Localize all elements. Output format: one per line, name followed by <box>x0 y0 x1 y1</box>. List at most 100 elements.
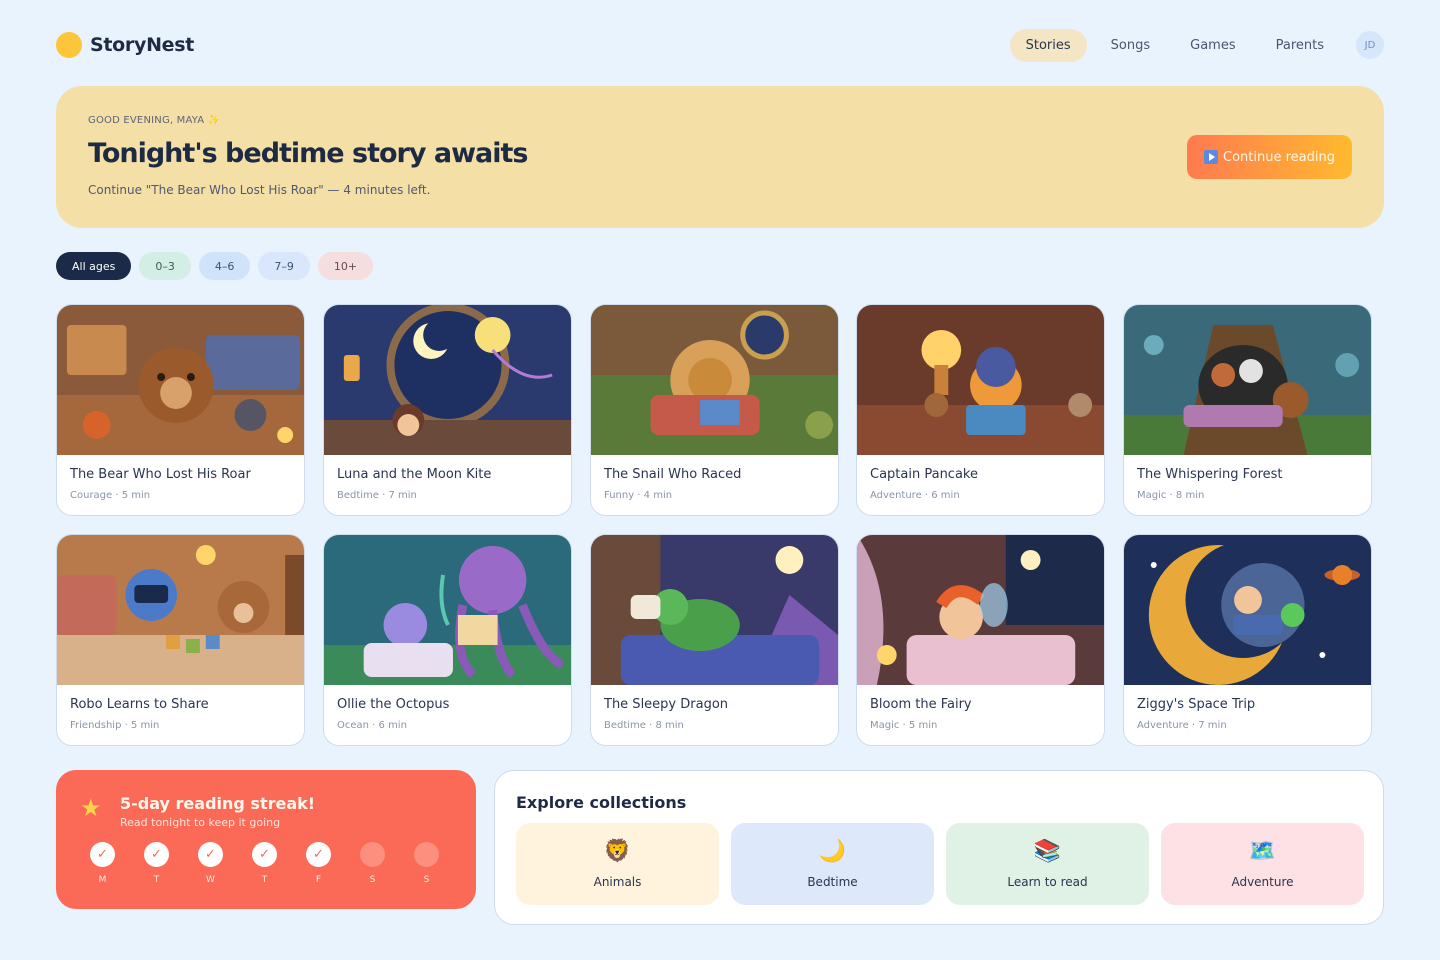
nav-songs[interactable]: Songs <box>1095 29 1166 62</box>
reading-streak-card: ★ 5-day reading streak! Read tonight to … <box>56 770 476 909</box>
collection-label: Adventure <box>1231 875 1294 889</box>
story-illustration <box>857 535 1104 685</box>
main-nav: Stories Songs Games Parents JD <box>1009 28 1384 62</box>
collection-animals[interactable]: 🦁 Animals <box>516 823 719 905</box>
story-illustration <box>591 535 838 685</box>
brand-name: StoryNest <box>90 34 195 56</box>
story-card[interactable]: The Snail Who Raced Funny · 4 min <box>590 304 839 516</box>
story-title: Robo Learns to Share <box>70 697 209 712</box>
story-title: Ollie the Octopus <box>337 697 450 712</box>
streak-subtitle: Read tonight to keep it going <box>120 816 281 829</box>
streak-day: ✓ M <box>90 842 115 885</box>
story-illustration <box>57 535 304 685</box>
day-label: M <box>98 875 107 885</box>
story-title: Bloom the Fairy <box>870 697 972 712</box>
collections-list: 🦁 Animals 🌙 Bedtime 📚 Learn to read 🗺️ A… <box>516 823 1364 905</box>
hero-subtitle: Continue "The Bear Who Lost His Roar" — … <box>88 183 431 197</box>
streak-days: ✓ M ✓ T ✓ W ✓ T ✓ F S S <box>90 842 439 885</box>
story-card[interactable]: Bloom the Fairy Magic · 5 min <box>856 534 1105 746</box>
nav-parents[interactable]: Parents <box>1260 29 1340 62</box>
story-title: Ziggy's Space Trip <box>1137 697 1256 712</box>
collection-label: Animals <box>593 875 642 889</box>
story-meta: Ocean · 6 min <box>337 720 407 731</box>
story-meta: Bedtime · 8 min <box>604 720 684 731</box>
streak-title: 5-day reading streak! <box>120 794 316 813</box>
avatar[interactable]: JD <box>1356 31 1384 59</box>
empty-day-icon <box>360 842 385 867</box>
day-label: W <box>206 875 215 885</box>
story-card[interactable]: Ziggy's Space Trip Adventure · 7 min <box>1123 534 1372 746</box>
streak-day: ✓ W <box>198 842 223 885</box>
story-meta: Magic · 8 min <box>1137 490 1205 501</box>
story-title: The Snail Who Raced <box>604 467 742 482</box>
hero-greeting: GOOD EVENING, MAYA ✨ <box>88 115 221 126</box>
story-meta: Adventure · 6 min <box>870 490 960 501</box>
story-meta: Courage · 5 min <box>70 490 151 501</box>
books-icon: 📚 <box>1033 839 1062 864</box>
story-illustration <box>857 305 1104 455</box>
streak-day: S <box>414 842 439 885</box>
empty-day-icon <box>414 842 439 867</box>
check-icon: ✓ <box>90 842 115 867</box>
collection-label: Bedtime <box>807 875 858 889</box>
play-icon <box>1204 150 1219 164</box>
lion-icon: 🦁 <box>603 839 632 864</box>
collections-title: Explore collections <box>516 793 687 812</box>
moon-icon: 🌙 <box>818 839 847 864</box>
age-filters: All ages 0–3 4–6 7–9 10+ <box>56 252 374 280</box>
filter-0-3[interactable]: 0–3 <box>139 252 191 280</box>
story-meta: Bedtime · 7 min <box>337 490 417 501</box>
logo-icon <box>56 32 82 58</box>
check-icon: ✓ <box>252 842 277 867</box>
story-card[interactable]: The Whispering Forest Magic · 8 min <box>1123 304 1372 516</box>
story-title: Captain Pancake <box>870 467 978 482</box>
top-header: StoryNest Stories Songs Games Parents JD <box>56 28 1384 62</box>
story-meta: Magic · 5 min <box>870 720 938 731</box>
story-title: The Sleepy Dragon <box>604 697 729 712</box>
day-label: T <box>153 875 160 885</box>
filter-10-plus[interactable]: 10+ <box>317 252 374 280</box>
story-illustration <box>324 535 571 685</box>
filter-all-ages[interactable]: All ages <box>56 252 132 280</box>
star-icon: ★ <box>80 794 102 822</box>
story-illustration <box>1124 305 1371 455</box>
filter-4-6[interactable]: 4–6 <box>198 252 251 280</box>
story-card[interactable]: Robo Learns to Share Friendship · 5 min <box>56 534 305 746</box>
story-meta: Friendship · 5 min <box>70 720 160 731</box>
continue-reading-button[interactable]: Continue reading <box>1187 135 1352 179</box>
day-label: S <box>369 875 376 885</box>
brand[interactable]: StoryNest <box>56 32 194 58</box>
story-card[interactable]: Captain Pancake Adventure · 6 min <box>856 304 1105 516</box>
explore-collections: Explore collections 🦁 Animals 🌙 Bedtime … <box>494 770 1384 925</box>
streak-day: ✓ T <box>252 842 277 885</box>
collection-adventure[interactable]: 🗺️ Adventure <box>1161 823 1364 905</box>
story-meta: Adventure · 7 min <box>1137 720 1227 731</box>
nav-games[interactable]: Games <box>1174 29 1251 62</box>
story-card[interactable]: Luna and the Moon Kite Bedtime · 7 min <box>323 304 572 516</box>
story-illustration <box>324 305 571 455</box>
story-card[interactable]: The Bear Who Lost His Roar Courage · 5 m… <box>56 304 305 516</box>
day-label: T <box>261 875 268 885</box>
check-icon: ✓ <box>144 842 169 867</box>
story-card[interactable]: The Sleepy Dragon Bedtime · 8 min <box>590 534 839 746</box>
story-title: The Bear Who Lost His Roar <box>70 467 251 482</box>
continue-reading-label: Continue reading <box>1223 149 1335 165</box>
story-card[interactable]: Ollie the Octopus Ocean · 6 min <box>323 534 572 746</box>
hero-title: Tonight's bedtime story awaits <box>88 138 528 169</box>
day-label: S <box>423 875 430 885</box>
story-illustration <box>57 305 304 455</box>
check-icon: ✓ <box>306 842 331 867</box>
filter-7-9[interactable]: 7–9 <box>258 252 310 280</box>
story-illustration <box>1124 535 1371 685</box>
story-meta: Funny · 4 min <box>604 490 673 501</box>
collection-bedtime[interactable]: 🌙 Bedtime <box>731 823 934 905</box>
hero-banner: GOOD EVENING, MAYA ✨ Tonight's bedtime s… <box>56 86 1384 228</box>
story-title: Luna and the Moon Kite <box>337 467 492 482</box>
story-title: The Whispering Forest <box>1137 467 1283 482</box>
day-label: F <box>315 875 322 885</box>
streak-day: ✓ T <box>144 842 169 885</box>
collection-learn-to-read[interactable]: 📚 Learn to read <box>946 823 1149 905</box>
streak-day: ✓ F <box>306 842 331 885</box>
check-icon: ✓ <box>198 842 223 867</box>
nav-stories[interactable]: Stories <box>1009 28 1087 62</box>
